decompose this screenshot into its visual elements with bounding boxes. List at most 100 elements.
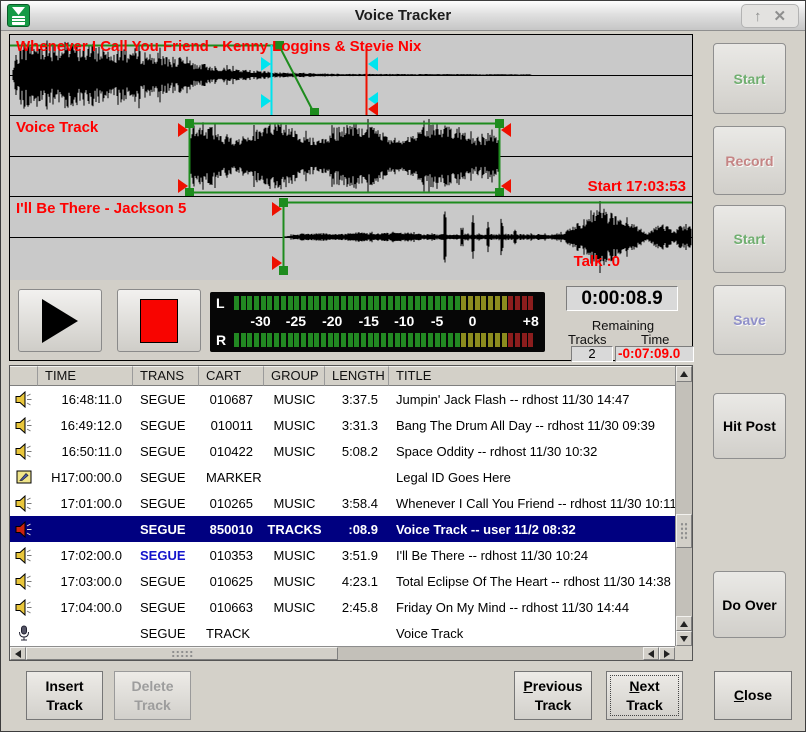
column-header-length[interactable]: LENGTH xyxy=(325,366,389,386)
track-previous-song[interactable]: Whenever I Call You Friend - Kenny Loggi… xyxy=(10,35,692,116)
log-cell: 4:23.1 xyxy=(325,574,389,589)
log-cell: 3:37.5 xyxy=(325,392,389,407)
log-cell: 010625 xyxy=(199,574,264,589)
column-header-time[interactable]: TIME xyxy=(38,366,133,386)
close-icon[interactable]: ✕ xyxy=(773,9,786,24)
start-marker-handle[interactable] xyxy=(272,202,282,216)
log-cell: 010687 xyxy=(199,392,264,407)
end-marker-handle[interactable] xyxy=(368,102,378,116)
log-cell: Space Oddity -- rdhost 11/30 10:32 xyxy=(389,444,675,459)
column-header-trans[interactable]: TRANS xyxy=(133,366,199,386)
log-row[interactable]: H17:00:00.0SEGUEMARKERLegal ID Goes Here xyxy=(10,464,675,490)
log-cell: 3:31.3 xyxy=(325,418,389,433)
log-cell: SEGUE xyxy=(133,522,199,537)
log-cell: SEGUE xyxy=(133,470,199,485)
track-next-song[interactable]: I'll Be There - Jackson 5 Talk :0 xyxy=(10,197,692,278)
start-marker-handle[interactable] xyxy=(272,256,282,270)
log-cell: I'll Be There -- rdhost 11/30 10:24 xyxy=(389,548,675,563)
log-row[interactable]: 16:48:11.0SEGUE010687MUSIC3:37.5Jumpin' … xyxy=(10,386,675,412)
start-button-1[interactable]: Start xyxy=(713,43,786,114)
log-cell: 3:51.9 xyxy=(325,548,389,563)
shade-icon[interactable]: ↑ xyxy=(754,9,762,24)
scroll-up-button[interactable] xyxy=(676,366,692,382)
close-button[interactable]: Close xyxy=(714,671,792,720)
vertical-scrollbar[interactable] xyxy=(675,366,692,646)
log-cell: 010663 xyxy=(199,600,264,615)
meter-scale-tick: -10 xyxy=(394,313,414,329)
log-cell: Voice Track -- user 11/2 08:32 xyxy=(389,522,675,537)
log-row[interactable]: 17:03:00.0SEGUE010625MUSIC4:23.1Total Ec… xyxy=(10,568,675,594)
speaker-icon xyxy=(10,547,38,564)
log-cell: 5:08.2 xyxy=(325,444,389,459)
start-marker-handle[interactable] xyxy=(178,179,188,193)
log-cell: Whenever I Call You Friend -- rdhost 11/… xyxy=(389,496,675,511)
column-header-cart[interactable]: CART xyxy=(199,366,264,386)
horizontal-scroll-thumb[interactable] xyxy=(26,647,338,660)
hit-post-button[interactable]: Hit Post xyxy=(713,393,786,459)
next-track-button[interactable]: Next Track xyxy=(606,671,683,720)
vertical-scroll-thumb[interactable] xyxy=(676,514,692,548)
transport-panel: L R -30-25-20-15-10-50+8 0:00:08.9 Remai… xyxy=(9,280,693,361)
start-button-2[interactable]: Start xyxy=(713,205,786,273)
log-row[interactable]: 17:02:00.0SEGUE010353MUSIC3:51.9I'll Be … xyxy=(10,542,675,568)
scrollbar-corner xyxy=(675,646,692,660)
log-row[interactable]: 16:50:11.0SEGUE010422MUSIC5:08.2Space Od… xyxy=(10,438,675,464)
stop-icon xyxy=(140,299,178,343)
log-cell: MARKER xyxy=(199,470,264,485)
log-cell: 16:49:12.0 xyxy=(38,418,133,433)
meter-scale-tick: -15 xyxy=(359,313,379,329)
column-header-group[interactable]: GROUP xyxy=(264,366,325,386)
scroll-down-button[interactable] xyxy=(676,631,692,646)
log-cell: :08.9 xyxy=(325,522,389,537)
record-button[interactable]: Record xyxy=(713,126,786,195)
previous-track-button[interactable]: Previous Track xyxy=(514,671,592,720)
log-cell: SEGUE xyxy=(133,444,199,459)
log-row[interactable]: 16:49:12.0SEGUE010011MUSIC3:31.3Bang The… xyxy=(10,412,675,438)
waveform-track3 xyxy=(284,201,691,273)
log-cell: MUSIC xyxy=(264,444,325,459)
start-marker-handle[interactable] xyxy=(178,123,188,137)
log-cell: Jumpin' Jack Flash -- rdhost 11/30 14:47 xyxy=(389,392,675,407)
scroll-up-button-2[interactable] xyxy=(676,616,692,631)
delete-track-button[interactable]: Delete Track xyxy=(114,671,191,720)
log-cell: MUSIC xyxy=(264,548,325,563)
remaining-tracks-value: 2 xyxy=(571,346,613,362)
horizontal-scrollbar[interactable] xyxy=(10,646,675,660)
titlebar[interactable]: Voice Tracker ↑ ✕ xyxy=(1,1,805,31)
log-cell: 17:02:00.0 xyxy=(38,548,133,563)
scroll-left-button-2[interactable] xyxy=(643,647,659,660)
log-cell: 2:45.8 xyxy=(325,600,389,615)
segue-marker-handle[interactable] xyxy=(368,57,378,71)
log-row[interactable]: 17:01:00.0SEGUE010265MUSIC3:58.4Whenever… xyxy=(10,490,675,516)
column-header-icon[interactable] xyxy=(10,366,38,386)
log-cell: SEGUE xyxy=(133,548,199,563)
speaker-icon xyxy=(10,599,38,616)
log-cell: MUSIC xyxy=(264,392,325,407)
scroll-right-button[interactable] xyxy=(659,647,675,660)
end-marker-handle[interactable] xyxy=(501,179,511,193)
talk-marker-handle[interactable] xyxy=(261,57,271,71)
track-voice-track[interactable]: Voice Track Start 17:03:53 xyxy=(10,116,692,197)
log-cell: Legal ID Goes Here xyxy=(389,470,675,485)
column-header-title[interactable]: TITLE xyxy=(389,366,692,386)
insert-track-button[interactable]: Insert Track xyxy=(26,671,103,720)
log-row[interactable]: SEGUETRACKVoice Track xyxy=(10,620,675,646)
voice-tracker-window: Voice Tracker ↑ ✕ Whenever I Call You Fr… xyxy=(0,0,806,732)
fade-handle[interactable] xyxy=(310,108,319,116)
log-cell: 17:04:00.0 xyxy=(38,600,133,615)
stop-button[interactable] xyxy=(117,289,201,352)
save-button[interactable]: Save xyxy=(713,285,786,355)
play-icon xyxy=(42,299,78,343)
log-cell: Total Eclipse Of The Heart -- rdhost 11/… xyxy=(389,574,675,589)
talk-marker-handle[interactable] xyxy=(261,94,271,108)
scroll-left-button[interactable] xyxy=(10,647,26,660)
meter-scale-tick: 0 xyxy=(469,313,477,329)
log-row[interactable]: SEGUE850010TRACKS:08.9Voice Track -- use… xyxy=(10,516,675,542)
play-button[interactable] xyxy=(18,289,102,352)
log-cell: 010011 xyxy=(199,418,264,433)
do-over-button[interactable]: Do Over xyxy=(713,571,786,638)
log-cell: TRACKS xyxy=(264,522,325,537)
end-marker-handle[interactable] xyxy=(501,123,511,137)
log-row[interactable]: 17:04:00.0SEGUE010663MUSIC2:45.8Friday O… xyxy=(10,594,675,620)
elapsed-time-display: 0:00:08.9 xyxy=(566,286,678,311)
